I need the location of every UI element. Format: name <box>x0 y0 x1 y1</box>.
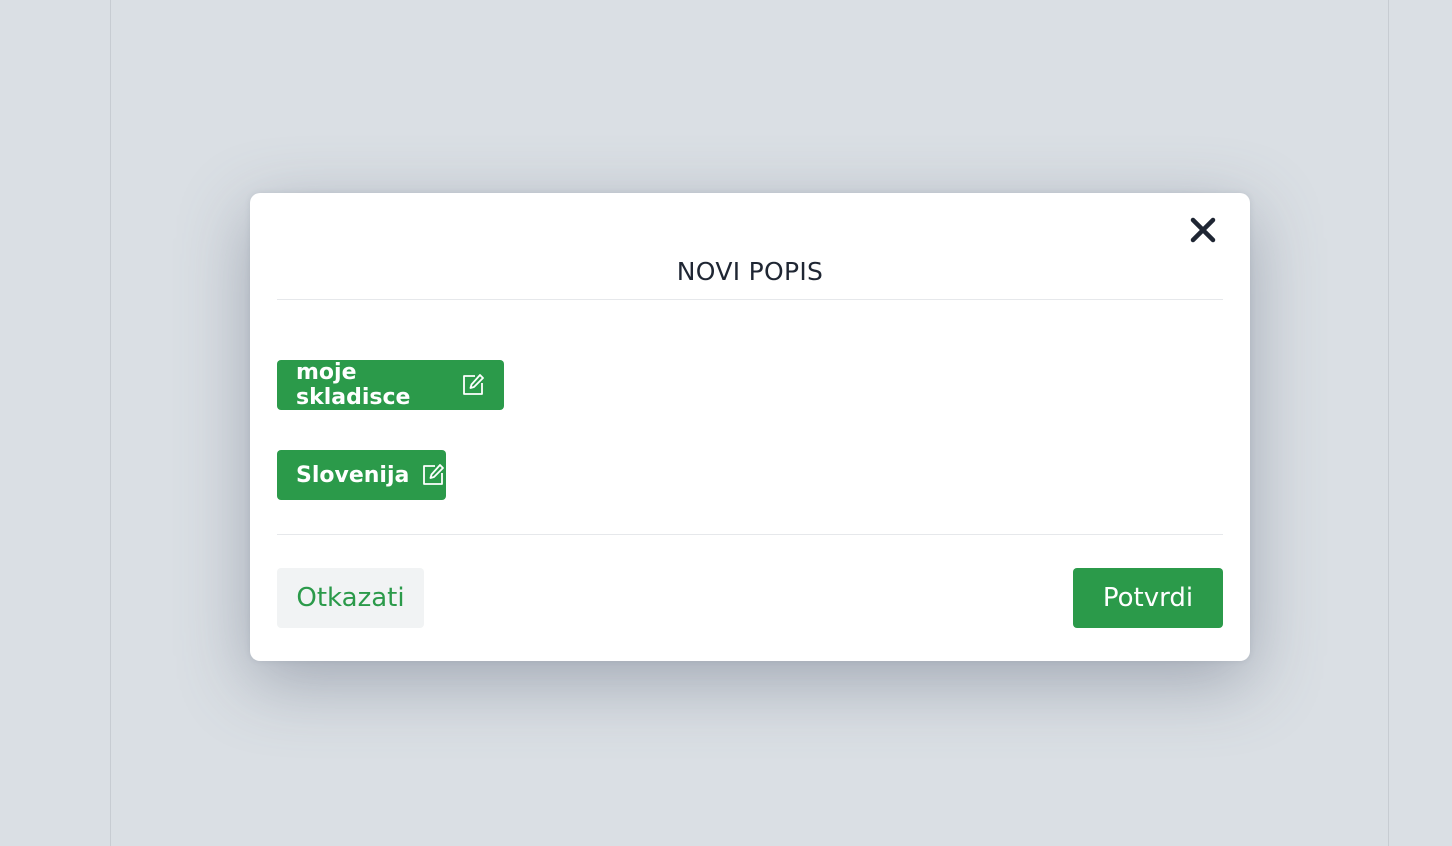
cancel-button[interactable]: Otkazati <box>277 568 424 628</box>
header-divider <box>277 299 1223 300</box>
footer-divider <box>277 534 1223 535</box>
edit-icon <box>421 463 445 487</box>
modal-title: NOVI POPIS <box>676 257 824 286</box>
warehouse-select-button[interactable]: moje skladisce <box>277 360 504 410</box>
confirm-button[interactable]: Potvrdi <box>1073 568 1223 628</box>
country-select-button[interactable]: Slovenija <box>277 450 446 500</box>
edit-icon <box>461 373 485 397</box>
close-icon <box>1190 217 1216 247</box>
warehouse-label: moje skladisce <box>296 360 411 410</box>
country-label: Slovenija <box>296 462 410 488</box>
close-button[interactable] <box>1184 213 1222 251</box>
new-list-modal: NOVI POPIS moje skladisce Slovenija Otka… <box>250 193 1250 661</box>
